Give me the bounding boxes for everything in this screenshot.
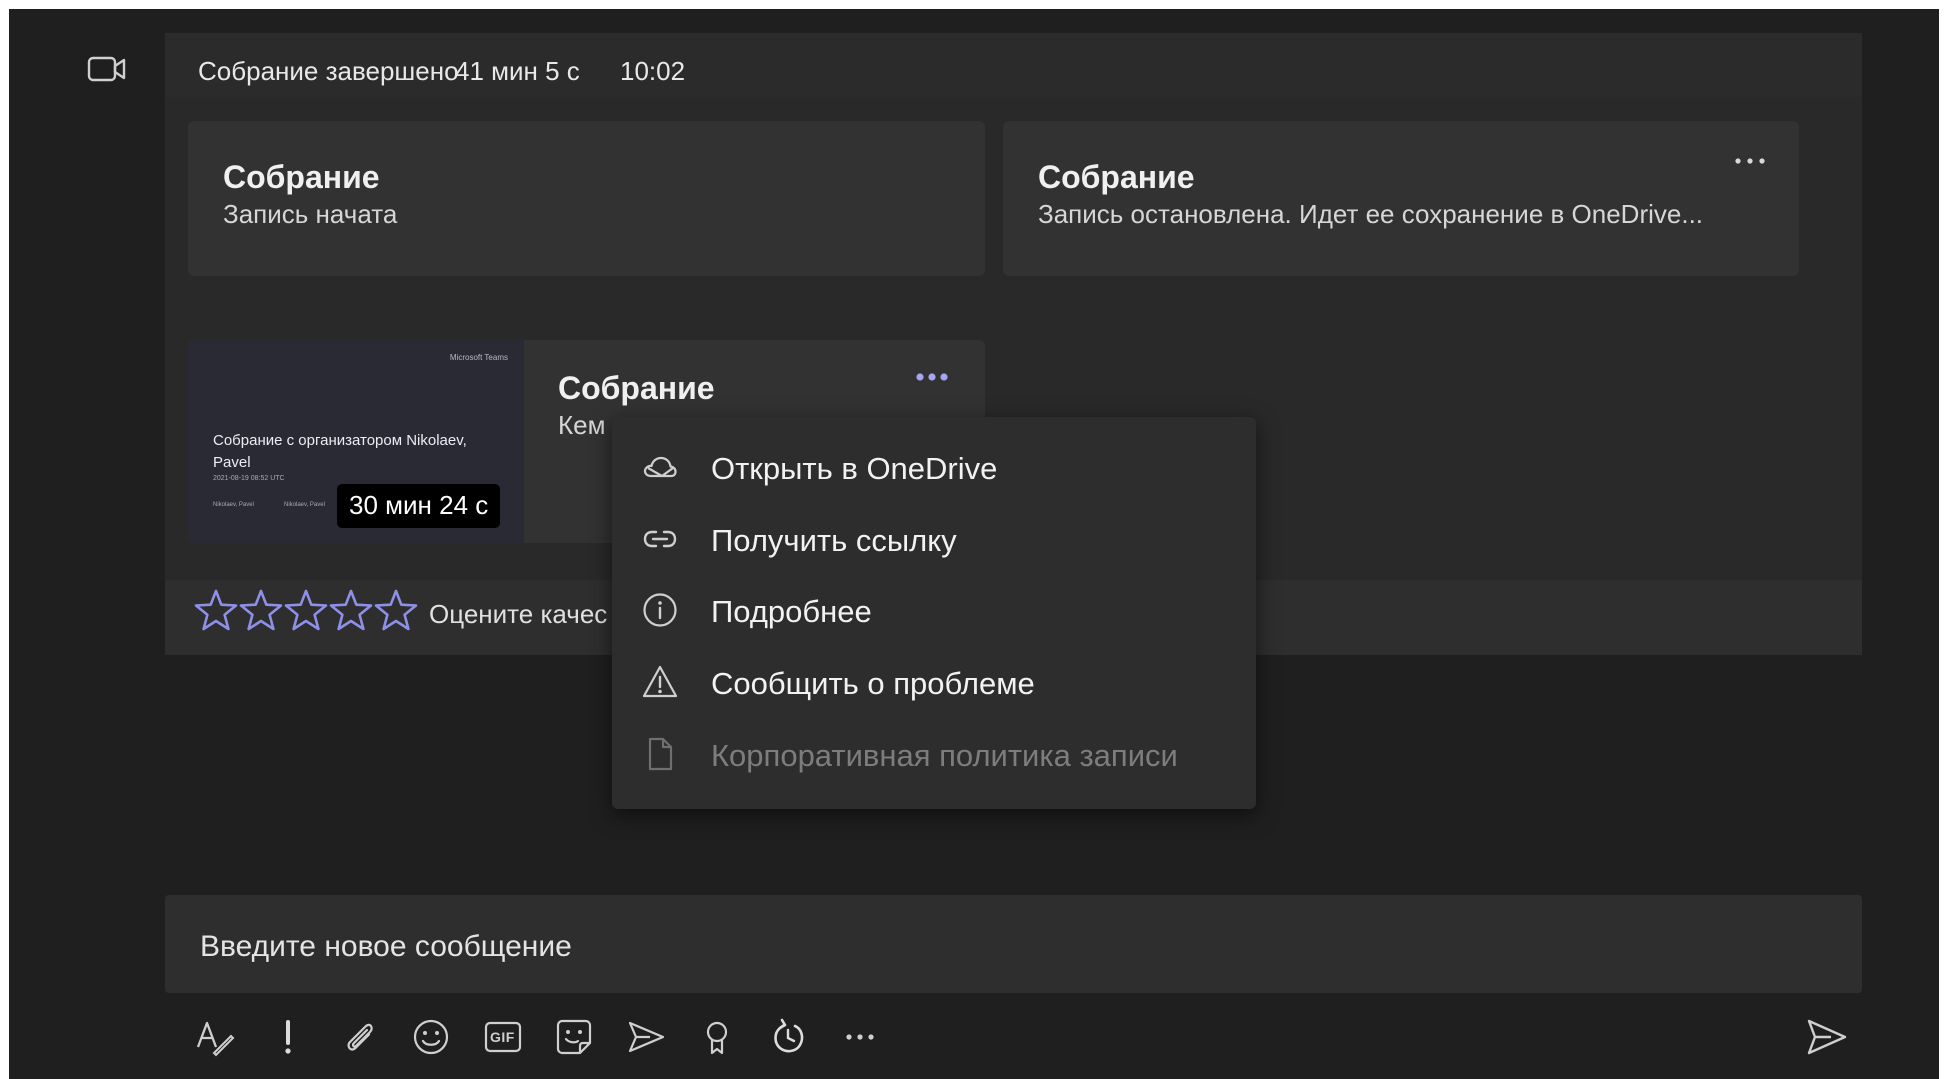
recording-thumbnail[interactable]: Microsoft Teams Собрание с организатором… bbox=[188, 340, 524, 543]
more-icon[interactable] bbox=[840, 1017, 880, 1057]
meeting-duration: 41 мин 5 с bbox=[455, 56, 580, 86]
document-icon bbox=[642, 736, 678, 772]
warning-icon bbox=[642, 664, 678, 700]
recording-stopped-card: Собрание Запись остановлена. Идет ее сох… bbox=[1003, 121, 1799, 276]
attach-icon[interactable] bbox=[340, 1017, 380, 1057]
menu-item-report-problem[interactable]: Сообщить о проблеме bbox=[612, 652, 1256, 712]
menu-item-label: Сообщить о проблеме bbox=[711, 666, 1035, 701]
emoji-icon[interactable] bbox=[411, 1017, 451, 1057]
cloud-icon bbox=[642, 449, 678, 485]
card-title: Собрание bbox=[1038, 159, 1195, 195]
meeting-status: Собрание завершено bbox=[198, 56, 459, 86]
send-icon[interactable] bbox=[1805, 1015, 1849, 1059]
praise-icon[interactable] bbox=[697, 1017, 737, 1057]
menu-item-open-onedrive[interactable]: Открыть в OneDrive bbox=[612, 437, 1256, 497]
star-icon bbox=[329, 589, 373, 631]
teams-chat-window: Собрание завершено 41 мин 5 с 10:02 Собр… bbox=[9, 9, 1939, 1079]
thumbnail-title: Собрание с организатором Nikolaev, Pavel bbox=[213, 432, 467, 471]
recording-context-menu: Открыть в OneDrive Получить ссылку Подро… bbox=[612, 417, 1256, 809]
format-icon[interactable] bbox=[195, 1017, 235, 1057]
rating-stars[interactable] bbox=[194, 588, 424, 636]
menu-item-label: Открыть в OneDrive bbox=[711, 451, 998, 486]
recording-subtitle: Кем bbox=[558, 410, 606, 440]
star-icon bbox=[239, 589, 283, 631]
thumbnail-date: 2021-08-19 08:52 UTC bbox=[213, 475, 285, 482]
menu-item-label: Получить ссылку bbox=[711, 523, 957, 558]
star-icon bbox=[284, 589, 328, 631]
menu-item-details[interactable]: Подробнее bbox=[612, 580, 1256, 640]
menu-item-recording-policy: Корпоративная политика записи bbox=[612, 724, 1256, 784]
rating-prompt: Оцените качес bbox=[429, 599, 608, 629]
link-icon bbox=[642, 521, 678, 557]
sticker-icon[interactable] bbox=[554, 1017, 594, 1057]
meeting-header: Собрание завершено 41 мин 5 с 10:02 bbox=[165, 33, 1862, 97]
meet-now-icon[interactable] bbox=[626, 1017, 666, 1057]
meeting-time: 10:02 bbox=[620, 56, 686, 86]
thumbnail-left-name: Nikolaev, Pavel bbox=[213, 502, 254, 508]
loop-icon[interactable] bbox=[769, 1017, 809, 1057]
gif-label: GIF bbox=[490, 1029, 515, 1045]
recording-duration-badge: 30 мин 24 с bbox=[337, 484, 501, 528]
star-icon bbox=[194, 589, 238, 631]
more-options-icon[interactable] bbox=[1732, 153, 1768, 169]
message-compose-box[interactable]: Введите новое сообщение bbox=[165, 895, 1862, 993]
card-title: Собрание bbox=[223, 159, 380, 195]
menu-item-label: Корпоративная политика записи bbox=[711, 738, 1178, 773]
thumbnail-brand: Microsoft Teams bbox=[449, 353, 508, 362]
card-subtitle: Запись начата bbox=[223, 199, 398, 229]
star-icon bbox=[374, 589, 418, 631]
recording-title: Собрание bbox=[558, 370, 715, 406]
important-icon[interactable] bbox=[268, 1017, 308, 1057]
menu-item-label: Подробнее bbox=[711, 594, 872, 629]
recording-started-card: Собрание Запись начата bbox=[188, 121, 985, 276]
compose-placeholder: Введите новое сообщение bbox=[200, 930, 572, 963]
thumbnail-right-name: Nikolaev, Pavel bbox=[284, 502, 325, 508]
gif-icon[interactable]: GIF bbox=[483, 1017, 523, 1057]
video-camera-icon bbox=[87, 49, 127, 89]
recording-more-options-icon[interactable] bbox=[914, 368, 950, 386]
menu-item-get-link[interactable]: Получить ссылку bbox=[612, 509, 1256, 569]
card-subtitle: Запись остановлена. Идет ее сохранение в… bbox=[1038, 199, 1704, 229]
info-icon bbox=[642, 592, 678, 628]
